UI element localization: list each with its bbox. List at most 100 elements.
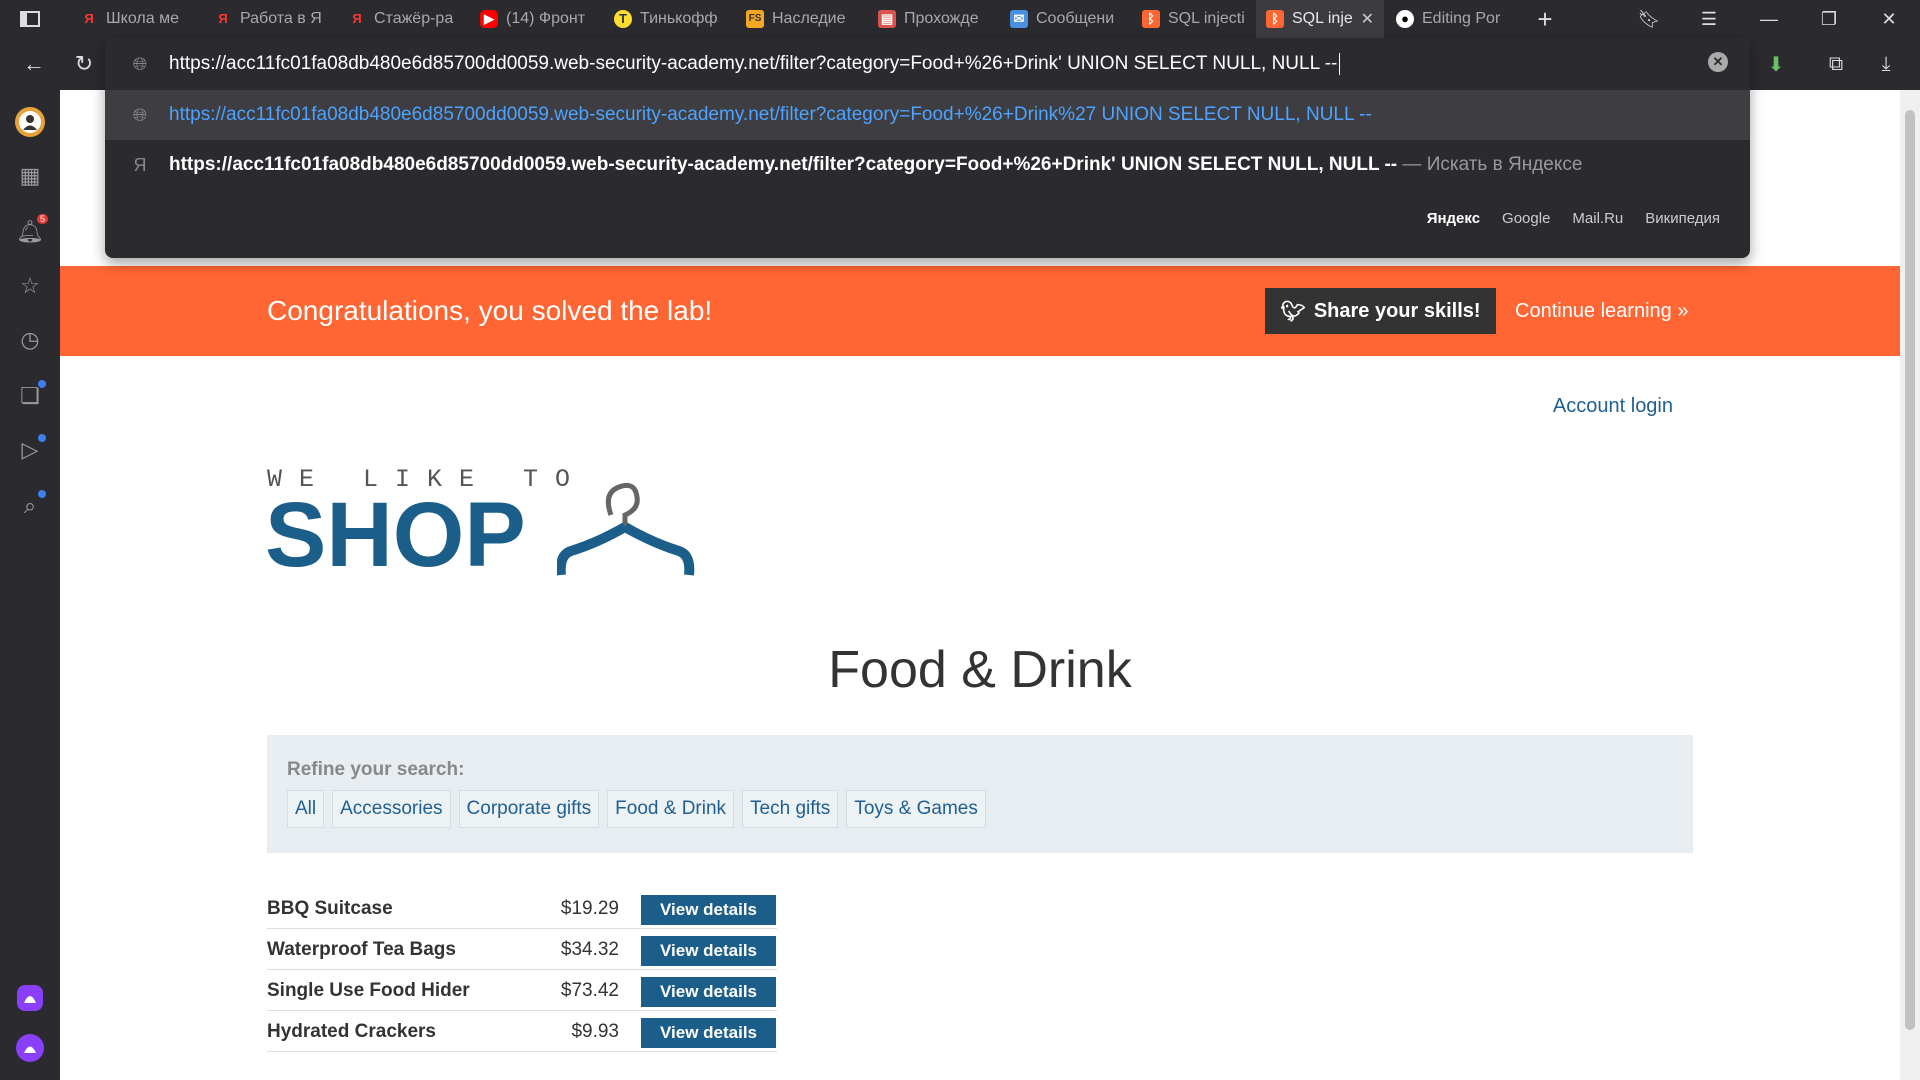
bookmarks-star-icon[interactable]: ☆ xyxy=(12,268,48,304)
logo-shop-text: SHOP xyxy=(265,484,526,586)
tab-0[interactable]: Я Школа ме xyxy=(70,0,202,38)
filter-accessories[interactable]: Accessories xyxy=(332,790,451,828)
table-row: Single Use Food Hider $73.42 View detail… xyxy=(267,970,777,1011)
product-price: $73.42 xyxy=(560,980,619,1001)
engine-wikipedia[interactable]: Википедия xyxy=(1645,210,1720,227)
tab-title: (14) Фронт xyxy=(506,10,586,27)
tab-10[interactable]: ● Editing Por xyxy=(1386,0,1518,38)
view-details-button[interactable]: View details xyxy=(641,936,776,966)
tab-title: Editing Por xyxy=(1422,10,1501,27)
restore-button[interactable]: ❐ xyxy=(1806,0,1852,38)
tab-title: Сообщени xyxy=(1036,10,1115,27)
alice-icon[interactable] xyxy=(12,1030,48,1066)
continue-label: Continue learning xyxy=(1515,300,1672,322)
tinkoff-icon: T xyxy=(614,10,632,28)
tab-title: Школа ме xyxy=(106,10,179,27)
github-icon: ● xyxy=(1396,10,1414,28)
product-name: Single Use Food Hider xyxy=(267,980,470,1001)
solved-banner: Congratulations, you solved the lab! 🐦︎ … xyxy=(60,266,1900,356)
scrollbar-thumb[interactable] xyxy=(1905,110,1915,1030)
globe-icon: 🌐︎ xyxy=(132,53,148,74)
browser-tab-bar: Я Школа ме Я Работа в Я Я Стажёр-ра ▶ (1… xyxy=(0,0,1920,38)
browser-sidebar: ▦ 🔔︎ 5 ☆ ◷ ❏ ▷ ⌕ xyxy=(0,90,60,1080)
apps-grid-icon[interactable]: ▦ xyxy=(12,158,48,194)
tab-title: Наследие xyxy=(772,10,846,27)
tab-title: Прохожде xyxy=(904,10,979,27)
view-details-button[interactable]: View details xyxy=(641,977,776,1007)
tab-6[interactable]: ▤ Прохожде xyxy=(868,0,1000,38)
tab-1[interactable]: Я Работа в Я xyxy=(204,0,336,38)
yandex-search-icon: Я xyxy=(133,154,147,175)
notifications-icon[interactable]: 🔔︎ 5 xyxy=(12,214,48,250)
table-row: BBQ Suitcase $19.29 View details xyxy=(267,888,777,929)
sidebar-toggle-button[interactable] xyxy=(0,0,60,38)
product-price: $19.29 xyxy=(560,898,619,919)
back-button[interactable]: ← xyxy=(16,46,52,82)
product-name: BBQ Suitcase xyxy=(267,898,393,919)
fs-icon: FS xyxy=(746,10,764,28)
extension-icon[interactable]: ⬇ xyxy=(1758,46,1794,82)
filter-toys-games[interactable]: Toys & Games xyxy=(846,790,986,828)
account-login-link[interactable]: Account login xyxy=(1553,395,1673,418)
engine-yandex[interactable]: Яндекс xyxy=(1427,210,1480,227)
history-icon[interactable]: ◷ xyxy=(12,322,48,358)
tab-3[interactable]: ▶ (14) Фронт xyxy=(470,0,602,38)
filter-corporate-gifts[interactable]: Corporate gifts xyxy=(458,790,600,828)
tab-5[interactable]: FS Наследие xyxy=(736,0,868,38)
slides-icon: ▤ xyxy=(878,10,896,28)
reload-button[interactable]: ↻ xyxy=(66,46,102,82)
chat-icon: ✉ xyxy=(1010,10,1028,28)
url-input[interactable]: https://acc11fc01fa08db480e6d85700dd0059… xyxy=(169,53,1340,75)
share-label: Share your skills! xyxy=(1313,299,1481,322)
portswigger-icon: ᛒ xyxy=(1142,10,1160,28)
tab-4[interactable]: T Тинькофф xyxy=(604,0,736,38)
bookmarks-icon[interactable]: 🔖︎ xyxy=(1626,0,1672,38)
yandex-icon: Я xyxy=(84,11,94,26)
filter-tech-gifts[interactable]: Tech gifts xyxy=(742,790,839,828)
alice-assistant-icon[interactable] xyxy=(12,980,48,1016)
new-tab-button[interactable]: + xyxy=(1522,0,1568,38)
suggestion-search[interactable]: Я https://acc11fc01fa08db480e6d85700dd00… xyxy=(105,140,1750,190)
suggestion-url[interactable]: 🌐︎ https://acc11fc01fa08db480e6d85700dd0… xyxy=(105,90,1750,140)
filter-food-drink[interactable]: Food & Drink xyxy=(607,790,735,828)
tab-title: Стажёр-ра xyxy=(374,10,454,27)
filter-all[interactable]: All xyxy=(287,790,325,828)
page-scrollbar[interactable] xyxy=(1900,90,1920,1080)
category-title: Food & Drink xyxy=(828,641,1132,699)
search-engine-list: Яндекс Google Mail.Ru Википедия xyxy=(1427,210,1720,227)
search-in-yandex-hint: — Искать в Яндексе xyxy=(1397,154,1583,175)
tab-7[interactable]: ✉ Сообщени xyxy=(1000,0,1132,38)
product-table: BBQ Suitcase $19.29 View details Waterpr… xyxy=(267,888,777,1052)
tab-close-icon[interactable]: ✕ xyxy=(1361,9,1374,29)
engine-mailru[interactable]: Mail.Ru xyxy=(1572,210,1623,227)
tab-title: Работа в Я xyxy=(240,10,322,27)
video-icon[interactable]: ▷ xyxy=(12,432,48,468)
yandex-icon: Я xyxy=(218,11,228,26)
notification-badge: 5 xyxy=(36,214,48,224)
menu-icon[interactable]: ☰ xyxy=(1686,0,1732,38)
hanger-icon xyxy=(557,482,695,576)
collections-icon[interactable]: ❏ xyxy=(12,378,48,414)
refine-search-panel: Refine your search: All Accessories Corp… xyxy=(267,735,1693,853)
minimize-button[interactable]: — xyxy=(1746,0,1792,38)
close-window-button[interactable]: ✕ xyxy=(1866,0,1912,38)
address-bar[interactable]: 🌐︎ https://acc11fc01fa08db480e6d85700dd0… xyxy=(105,38,1750,90)
clear-input-icon[interactable]: ✕ xyxy=(1708,52,1728,72)
lens-search-icon[interactable]: ⌕ xyxy=(12,488,48,524)
engine-google[interactable]: Google xyxy=(1502,210,1550,227)
share-skills-button[interactable]: 🐦︎ Share your skills! xyxy=(1265,288,1496,334)
tab-9-active[interactable]: ᛒ SQL inje ✕ xyxy=(1256,0,1384,38)
continue-learning-link[interactable]: Continue learning » xyxy=(1515,266,1688,356)
profile-avatar-icon[interactable] xyxy=(12,104,48,140)
translate-icon[interactable]: ⧉ xyxy=(1818,46,1854,82)
tab-2[interactable]: Я Стажёр-ра xyxy=(338,0,470,38)
twitter-icon: 🐦︎ xyxy=(1280,300,1306,323)
shop-logo: WE LIKE TO SHOP xyxy=(265,465,717,586)
tab-8[interactable]: ᛒ SQL injecti xyxy=(1132,0,1256,38)
tab-title: SQL inje xyxy=(1292,10,1353,27)
downloads-icon[interactable]: ⤓ xyxy=(1868,46,1904,82)
table-row: Waterproof Tea Bags $34.32 View details xyxy=(267,929,777,970)
view-details-button[interactable]: View details xyxy=(641,895,776,925)
view-details-button[interactable]: View details xyxy=(641,1018,776,1048)
suggestion-url-text: https://acc11fc01fa08db480e6d85700dd0059… xyxy=(169,104,1372,125)
